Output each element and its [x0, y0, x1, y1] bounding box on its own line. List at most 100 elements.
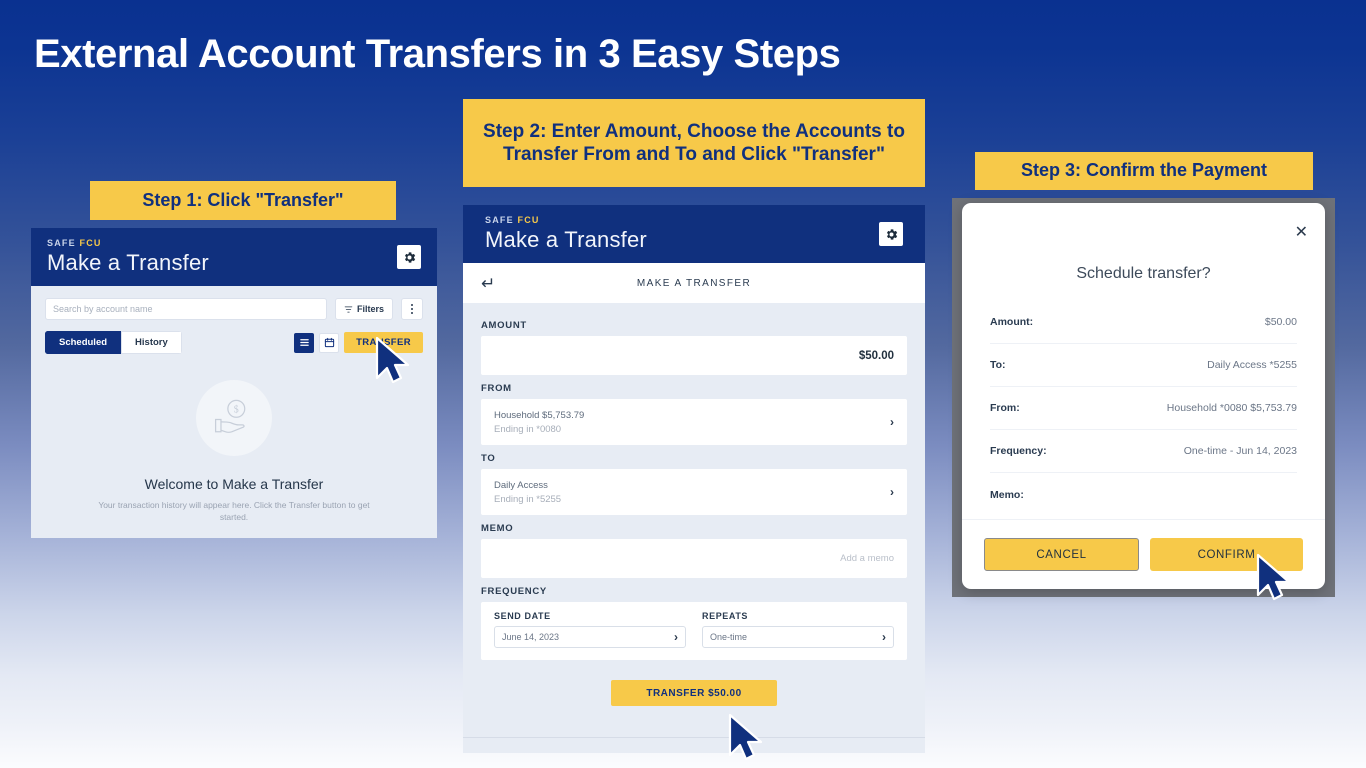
- from-label: FROM: [481, 383, 512, 394]
- summary-label: Memo:: [990, 488, 1024, 501]
- repeats-column: REPEATS One-time ›: [702, 611, 894, 648]
- tab-scheduled[interactable]: Scheduled: [45, 331, 122, 354]
- repeats-value: One-time: [710, 632, 748, 642]
- list-view-button[interactable]: [294, 332, 315, 353]
- to-account-ending: Ending in *5255: [494, 493, 562, 505]
- summary-value: Daily Access *5255: [1207, 359, 1297, 371]
- subbar-title: MAKE A TRANSFER: [636, 277, 752, 289]
- repeats-label: REPEATS: [702, 611, 749, 621]
- from-account-name: Household $5,753.79: [494, 409, 585, 421]
- summary-label: Frequency:: [990, 445, 1047, 457]
- cancel-button[interactable]: CANCEL: [984, 538, 1139, 571]
- transfer-subbar: ↵ MAKE A TRANSFER: [463, 263, 925, 303]
- chevron-right-icon: ›: [674, 630, 678, 644]
- send-date-value: June 14, 2023: [502, 632, 560, 642]
- brand-label: SAFE FCU: [47, 238, 209, 248]
- tab-history[interactable]: History: [121, 331, 182, 354]
- empty-state-illustration: $: [196, 380, 272, 456]
- from-account-ending: Ending in *0080: [494, 423, 562, 435]
- brand-safe: SAFE: [47, 238, 76, 248]
- filters-button[interactable]: Filters: [334, 298, 393, 320]
- panel1-toolbar: Search by account name Filters Scheduled…: [31, 286, 437, 524]
- send-date-column: SEND DATE June 14, 2023 ›: [494, 611, 686, 648]
- right-tools: TRANSFER: [294, 332, 423, 353]
- amount-input[interactable]: $50.00: [481, 336, 907, 375]
- kebab-dot: [411, 304, 413, 306]
- summary-label: From:: [990, 402, 1020, 414]
- app-header-title: Make a Transfer: [485, 227, 647, 252]
- summary-value: Household *0080 $5,753.79: [1166, 402, 1297, 414]
- app-brand-block: SAFE FCU Make a Transfer: [47, 238, 209, 276]
- calendar-icon: [324, 337, 334, 348]
- repeats-input[interactable]: One-time ›: [702, 626, 894, 648]
- gear-icon: [404, 251, 415, 263]
- close-icon[interactable]: ✕: [1295, 225, 1308, 241]
- settings-button[interactable]: [397, 245, 421, 269]
- amount-value: $50.00: [858, 349, 894, 362]
- chevron-right-icon: ›: [890, 485, 894, 499]
- svg-text:$: $: [234, 405, 239, 416]
- chevron-right-icon: ›: [890, 415, 894, 429]
- step-1-banner: Step 1: Click "Transfer": [90, 181, 396, 220]
- submit-transfer-button[interactable]: TRANSFER $50.00: [611, 680, 777, 706]
- tabs-row: Scheduled History TRANSFER: [45, 331, 423, 354]
- frequency-label: FREQUENCY: [481, 586, 547, 597]
- app-brand-block: SAFE FCU Make a Transfer: [485, 215, 647, 253]
- memo-placeholder: Add a memo: [840, 553, 894, 564]
- from-account-selector[interactable]: Household $5,753.79 Ending in *0080 ›: [481, 399, 907, 445]
- step-2-banner: Step 2: Enter Amount, Choose the Account…: [463, 99, 925, 187]
- brand-fcu: FCU: [517, 215, 540, 225]
- empty-state-title: Welcome to Make a Transfer: [144, 476, 324, 492]
- memo-input[interactable]: Add a memo: [481, 539, 907, 578]
- to-account-text: Daily Access Ending in *5255: [494, 480, 561, 505]
- to-account-selector[interactable]: Daily Access Ending in *5255 ›: [481, 469, 907, 515]
- transfer-form: AMOUNT $50.00 FROM Household $5,753.79 E…: [463, 303, 925, 706]
- send-date-label: SEND DATE: [494, 611, 551, 621]
- modal-footer: CANCEL CONFIRM: [962, 519, 1325, 589]
- more-options-button[interactable]: [401, 298, 423, 320]
- calendar-view-button[interactable]: [319, 332, 340, 353]
- step-3-banner: Step 3: Confirm the Payment: [975, 152, 1313, 190]
- step-2-app-panel: SAFE FCU Make a Transfer ↵ MAKE A TRANSF…: [463, 205, 925, 753]
- search-input[interactable]: Search by account name: [45, 298, 327, 320]
- search-row: Search by account name Filters: [45, 298, 423, 320]
- from-account-text: Household $5,753.79 Ending in *0080: [494, 410, 584, 435]
- chevron-right-icon: ›: [882, 630, 886, 644]
- to-label: TO: [481, 453, 496, 464]
- app-header-step2: SAFE FCU Make a Transfer: [463, 205, 925, 263]
- summary-row: Frequency: One-time - Jun 14, 2023: [990, 430, 1297, 473]
- hand-holding-money-icon: $: [214, 399, 246, 433]
- step-1-app-panel: SAFE FCU Make a Transfer Search by accou…: [31, 228, 437, 538]
- list-icon: [299, 339, 309, 346]
- confirm-button[interactable]: CONFIRM: [1150, 538, 1303, 571]
- gear-icon: [886, 228, 897, 240]
- summary-value: $50.00: [1264, 316, 1297, 328]
- modal-title: Schedule transfer?: [1076, 265, 1211, 282]
- filters-label: Filters: [356, 304, 384, 314]
- send-date-input[interactable]: June 14, 2023 ›: [494, 626, 686, 648]
- kebab-dot: [411, 308, 413, 310]
- kebab-dot: [411, 312, 413, 314]
- brand-safe: SAFE: [485, 215, 514, 225]
- memo-label: MEMO: [481, 523, 514, 534]
- summary-value: One-time - Jun 14, 2023: [1183, 445, 1297, 457]
- summary-label: Amount:: [990, 316, 1034, 328]
- view-tabs: Scheduled History: [45, 331, 182, 354]
- brand-fcu: FCU: [79, 238, 102, 248]
- summary-row: Amount: $50.00: [990, 301, 1297, 344]
- to-account-name: Daily Access: [494, 479, 548, 491]
- summary-row: From: Household *0080 $5,753.79: [990, 387, 1297, 430]
- settings-button[interactable]: [879, 222, 903, 246]
- empty-state-subtitle: Your transaction history will appear her…: [98, 500, 370, 523]
- app-header-step1: SAFE FCU Make a Transfer: [31, 228, 437, 286]
- amount-label: AMOUNT: [481, 320, 527, 331]
- summary-label: To:: [990, 359, 1006, 371]
- brand-label: SAFE FCU: [485, 215, 647, 225]
- app-header-title: Make a Transfer: [47, 250, 209, 275]
- panel-divider: [463, 737, 925, 738]
- summary-row: Memo:: [990, 473, 1297, 516]
- frequency-group: SEND DATE June 14, 2023 › REPEATS One-ti…: [481, 602, 907, 660]
- page-title: External Account Transfers in 3 Easy Ste…: [34, 32, 841, 76]
- transfer-button[interactable]: TRANSFER: [344, 332, 423, 353]
- summary-row: To: Daily Access *5255: [990, 344, 1297, 387]
